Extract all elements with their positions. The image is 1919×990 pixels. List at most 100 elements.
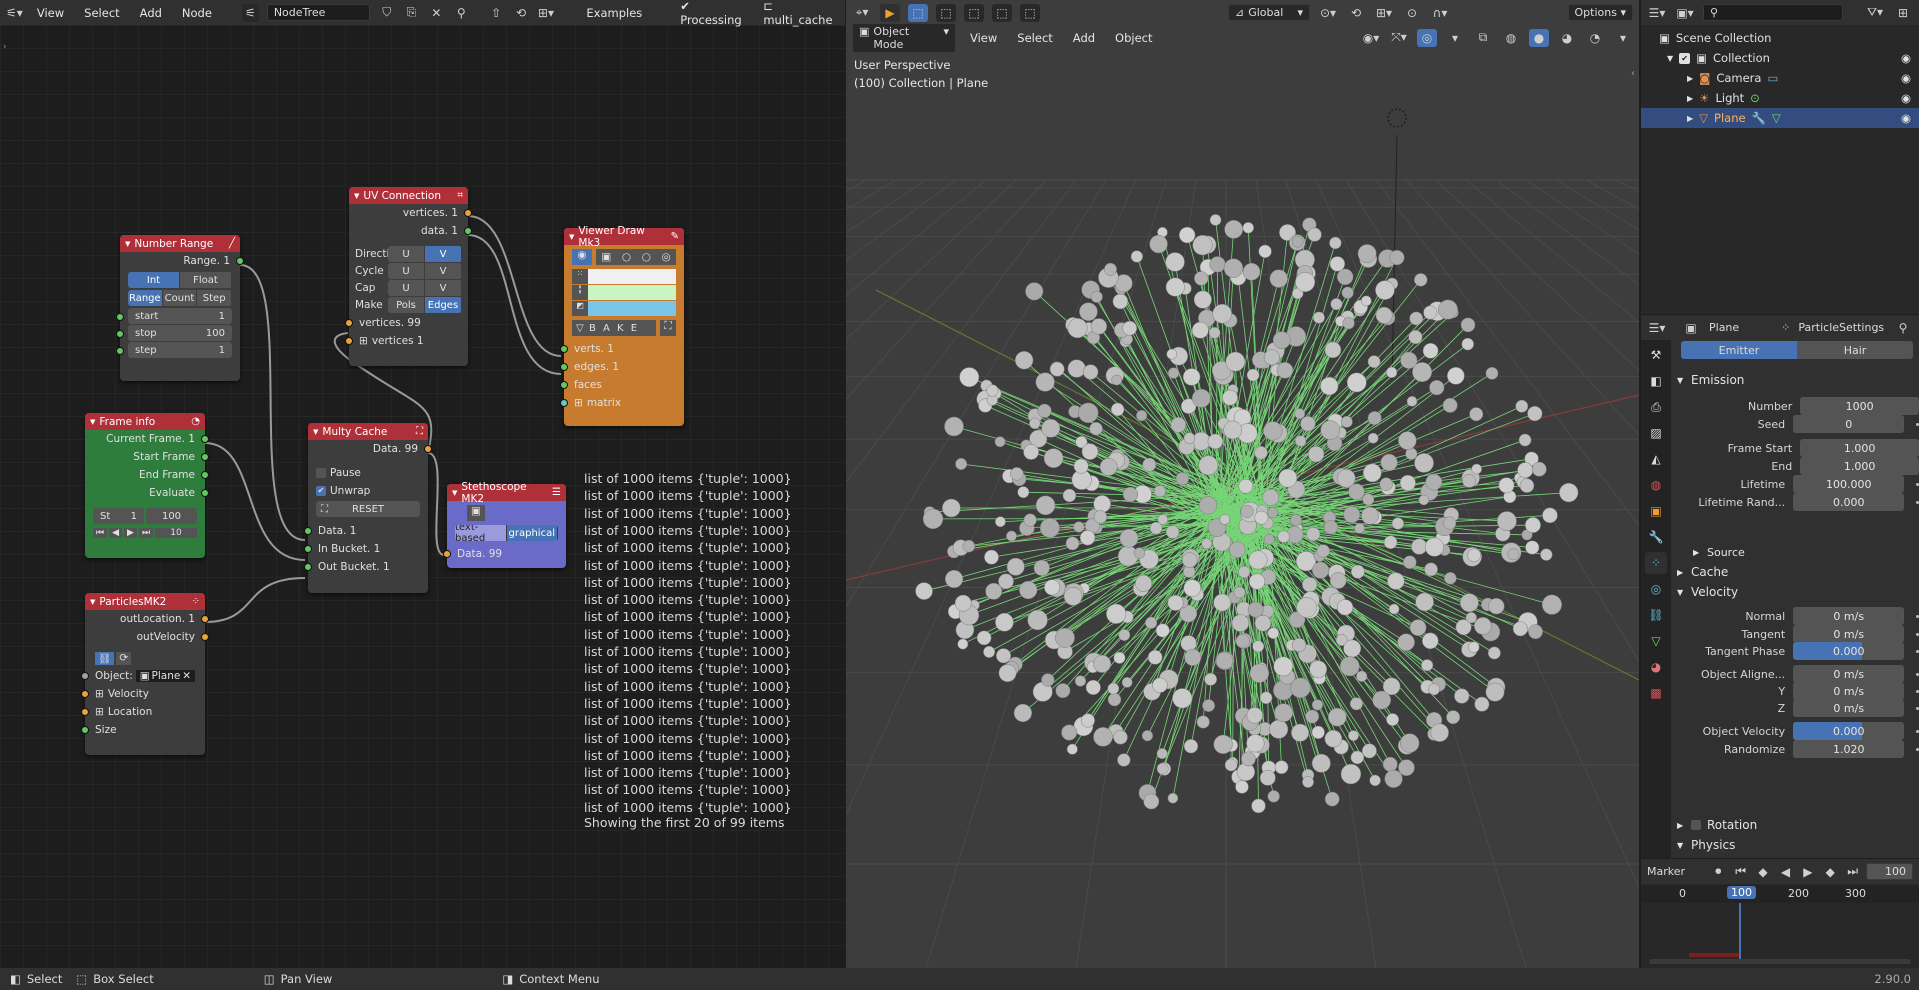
editor-type-icon[interactable]: ☰▾ [1647,4,1667,22]
property-value-field[interactable]: 0.000 [1793,493,1905,511]
emission-panel-header[interactable]: ▼ Emission [1677,370,1919,390]
constraints-tab-icon[interactable]: ⛓ [1645,604,1667,626]
input-socket[interactable] [345,319,353,327]
input-socket[interactable] [345,337,353,345]
new-collection-icon[interactable]: ⊞ [1893,4,1913,22]
range-button[interactable]: Range [128,290,163,306]
collapse-icon[interactable]: ▼ [125,240,130,248]
cache-panel-header[interactable]: ▶ Cache [1677,562,1919,582]
output-socket[interactable] [236,257,244,265]
display-mode-icons[interactable]: ▣ ○ ○ ◎ [596,249,676,265]
pin-icon[interactable]: ⚲ [1893,319,1913,337]
node-uv-connection[interactable]: ▼ UV Connection ⌗ vertices. 1 data. 1 Dire… [345,187,472,366]
input-socket[interactable] [81,690,89,698]
3d-viewport[interactable]: ⌖▾ ▶ ⬚ ⬚ ⬚ ⬚ ⬚ ⊿ Global ▾ ⊙▾ ⟲ ⊞▾ ⊙ ∩▾ Opt… [846,0,1639,968]
outliner[interactable]: ☰▾ ▣▾ ⚲ ⛛▾ ⊞ ▣ Scene Collection ▼ ✔ ▣ Collec… [1641,0,1919,314]
node-frame-info[interactable]: ▼ Frame info ◔ Current Frame. 1 Start Fram… [85,413,209,558]
eye-icon[interactable]: ◉ [1901,91,1911,105]
collapse-icon[interactable]: ▼ [90,418,95,426]
node-multy-cache[interactable]: ▼ Multy Cache ⛶ Data. 99 Pause ✔ Unwrap ⛶ RE… [304,423,432,593]
eye-icon[interactable]: ◉ [1901,111,1911,125]
collapse-icon[interactable]: ▼ [354,192,359,200]
rendered-shading-icon[interactable]: ◔ [1585,29,1605,47]
input-socket[interactable] [116,330,124,338]
output-socket[interactable] [201,435,209,443]
search-input[interactable]: ⚲ [1703,4,1843,21]
node-header[interactable]: ▼ UV Connection ⌗ [349,187,468,204]
xray-icon[interactable]: ⧉ [1473,29,1493,47]
sidebar-toggle-icon[interactable]: › [3,42,7,52]
input-socket[interactable] [560,345,568,353]
select-tool-icon[interactable]: ▶ [880,3,900,22]
play-icon[interactable]: ▶ [124,527,137,538]
mode-dropdown[interactable]: ▣ Object Mode ▾ [852,22,956,53]
node-editor[interactable]: ⚟▾ View Select Add Node ⚟ NodeTree ⛉ ⎘ ✕… [0,0,845,968]
proportional-edit-icon[interactable]: ⊙ [1402,4,1422,22]
clear-icon[interactable]: ✕ [182,670,191,682]
end-frame-field[interactable]: 100 [146,508,197,524]
output-socket[interactable] [464,209,472,217]
property-value-field[interactable]: 1.000 [1800,457,1919,475]
input-socket[interactable] [81,672,89,680]
overlay-icon[interactable]: ◎ [1417,28,1437,47]
u-button[interactable]: U [388,246,425,262]
record-icon[interactable]: ⏺ [1709,863,1727,881]
monitor-icon[interactable]: ▣ [467,505,485,521]
step-field[interactable]: step 1 [128,342,232,358]
input-socket[interactable] [81,708,89,716]
solid-shading-icon[interactable]: ● [1529,28,1549,47]
select-intersect-icon[interactable]: ⬚ [1020,3,1040,22]
input-socket[interactable] [560,399,568,407]
input-socket[interactable] [443,550,451,558]
node-header[interactable]: ▼ Number Range ╱ [120,235,240,252]
output-socket[interactable] [201,453,209,461]
play-reverse-icon[interactable]: ◀ [1776,863,1794,881]
edges-button[interactable]: Edges [425,297,462,313]
collapse-icon[interactable]: ▼ [452,489,457,497]
hair-tab[interactable]: Hair [1797,341,1913,359]
snap-icon[interactable]: ⟲ [1346,4,1366,22]
pols-button[interactable]: Pols [388,297,425,313]
node-number-range[interactable]: ▼ Number Range ╱ Range. 1 Int Float Range Co… [116,235,244,381]
expand-icon[interactable]: ▼ [1667,54,1673,63]
bake-button[interactable]: ▽ B A K E [572,320,656,336]
editor-type-icon[interactable]: ☰▾ [1647,319,1667,337]
horizontal-scrollbar[interactable] [1649,959,1911,964]
input-socket[interactable] [116,313,124,321]
select-invert-icon[interactable]: ⬚ [992,3,1012,22]
eye-icon[interactable]: ◉ [572,249,592,265]
next-keyframe-icon[interactable]: ◆ [1821,863,1839,881]
edge-color-swatch[interactable] [588,285,676,300]
wireframe-shading-icon[interactable]: ◍ [1501,29,1521,47]
outliner-scene-collection[interactable]: ▣ Scene Collection [1641,28,1919,48]
property-value-field[interactable]: 0 [1793,415,1905,433]
filter-icon[interactable]: ⛛▾ [1865,4,1885,22]
data-tab-icon[interactable]: ▽ [1645,630,1667,652]
pivot-icon[interactable]: ⊙▾ [1318,4,1338,22]
property-value-field[interactable]: 0.000 [1793,722,1905,740]
outliner-camera[interactable]: ▶ ◙ Camera ▭ ◉ [1641,68,1919,88]
menu-select[interactable]: Select [1011,29,1058,47]
property-value-field[interactable]: 1000 [1800,397,1919,415]
snap-target-icon[interactable]: ⊞▾ [1374,4,1394,22]
output-tab-icon[interactable]: ⎙ [1645,396,1667,418]
face-color-swatch[interactable] [588,301,676,316]
u-button[interactable]: U [388,280,425,296]
property-value-field[interactable]: 0 m/s [1793,665,1905,683]
play-icon[interactable]: ▶ [1799,863,1817,881]
property-value-field[interactable]: 0 m/s [1793,607,1905,625]
gizmo-icon[interactable]: ⤧▾ [1389,29,1409,47]
graphical-button[interactable]: graphical [506,525,558,541]
menu-add[interactable]: Add [1067,29,1101,47]
object-picker[interactable]: ▣ Plane ✕ [135,670,195,682]
outliner-collection[interactable]: ▼ ✔ ▣ Collection ◉ [1641,48,1919,68]
play-reverse-icon[interactable]: ◀ [109,527,123,538]
collapse-icon[interactable]: ▼ [569,233,574,241]
property-value-field[interactable]: 0 m/s [1793,699,1905,717]
timeline-ruler[interactable]: 0 100 200 300 [1641,885,1919,903]
output-socket[interactable] [464,227,472,235]
property-value-field[interactable]: 1.000 [1800,439,1919,457]
property-value-field[interactable]: 0.000 [1793,642,1905,660]
playhead-label[interactable]: 100 [1727,886,1756,899]
step-button[interactable]: Step [197,290,232,306]
